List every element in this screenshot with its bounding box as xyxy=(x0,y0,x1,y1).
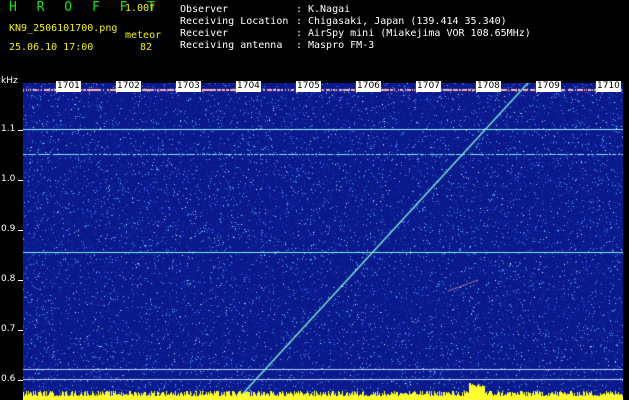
observer-key: Observer xyxy=(180,4,229,15)
y-tick-label: 1.0 xyxy=(1,174,16,184)
observer-sep: : xyxy=(296,4,303,15)
minute-marker-label: 1710 xyxy=(596,81,621,92)
location-sep: : xyxy=(296,16,303,27)
receiver-key: Receiver xyxy=(180,28,229,39)
axis-unit-label: kHz xyxy=(1,76,18,86)
antenna-sep: : xyxy=(296,40,303,51)
antenna-key: Receiving antenna xyxy=(180,40,283,51)
minute-marker-label: 1709 xyxy=(536,81,561,92)
meteor-count: 82 xyxy=(140,42,153,53)
frequency-axis: kHz 1.1 1.0 0.9 0.8 0.7 0.6 xyxy=(0,70,23,400)
y-tick-label: 0.9 xyxy=(1,224,16,234)
datetime-label: 25.06.10 17:00 xyxy=(9,42,94,53)
minute-marker-label: 1702 xyxy=(116,81,141,92)
minute-marker-label: 1708 xyxy=(476,81,501,92)
minute-marker-label: 1706 xyxy=(356,81,381,92)
header-panel: H R O F F T 1.00f KN9_2506101700.png met… xyxy=(0,0,629,76)
minute-marker-label: 1705 xyxy=(296,81,321,92)
antenna-value: Maspro FM-3 xyxy=(308,40,375,51)
y-tick-label: 0.8 xyxy=(1,274,16,284)
location-key: Receiving Location xyxy=(180,16,289,27)
filename-label: KN9_2506101700.png xyxy=(9,23,118,34)
observer-value: K.Nagai xyxy=(308,4,351,15)
minute-marker-label: 1707 xyxy=(416,81,441,92)
minute-marker-label: 1701 xyxy=(56,81,81,92)
version-label: 1.00f xyxy=(125,3,156,14)
minute-marker-label: 1703 xyxy=(176,81,201,92)
meteor-label: meteor xyxy=(125,30,162,41)
y-tick-label: 0.6 xyxy=(1,374,16,384)
location-value: Chigasaki, Japan (139.414 35.340) xyxy=(308,16,507,27)
receiver-value: AirSpy mini (Miakejima VOR 108.65MHz) xyxy=(308,28,531,39)
receiver-sep: : xyxy=(296,28,303,39)
spectrogram-canvas xyxy=(23,83,623,400)
y-tick-label: 0.7 xyxy=(1,324,16,334)
y-tick-label: 1.1 xyxy=(1,124,16,134)
minute-marker-label: 1704 xyxy=(236,81,261,92)
